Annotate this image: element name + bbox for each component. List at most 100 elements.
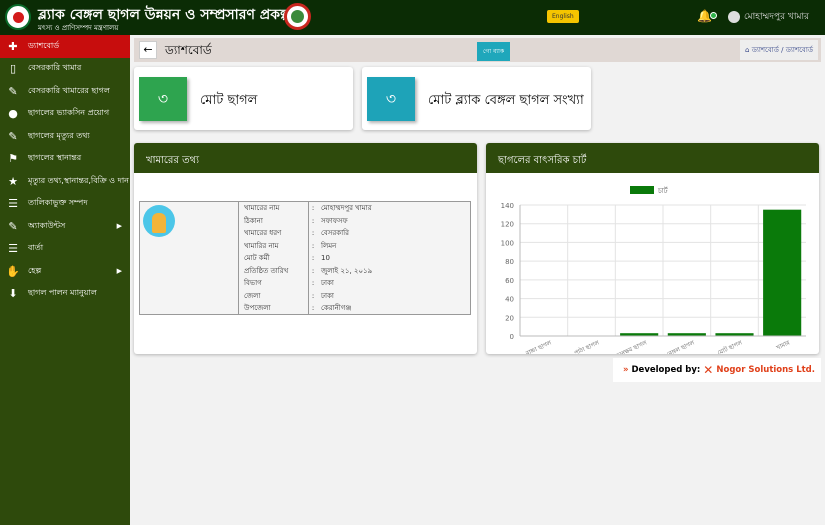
sidebar-item-label: বেসরকারি খামারের ছাগল [28,85,110,95]
table-row: প্রতিষ্ঠিত তারিখ: জুলাই ২১, ২০১৯ [241,265,375,278]
sidebar-item-label: বেসরকারি খামার [28,63,82,73]
sidebar-item-label: ছাগলের মৃত্যুর তথ্য [28,130,90,140]
table-row: মোট কর্মী:10 [241,252,375,265]
separator: : [311,229,315,238]
field-label: মোট কর্মী [244,254,270,263]
sidebar-item[interactable]: ⚑ ছাগলের স্থানান্তর [0,148,130,171]
sidebar-item-label: ছাগলের স্থানান্তর [28,153,82,163]
stat-value: ৩ [139,77,187,121]
user-menu[interactable]: মোহাম্মদপুর খামার [728,9,809,24]
x-tick-label: ব্ল্যাক বেঙ্গল ছাগল [653,339,697,354]
project-logo [284,3,311,30]
back-arrow-icon[interactable]: ← [139,41,157,59]
table-row: খামারের ধরণ: বেসরকারি [241,227,375,240]
sliders-icon: ☰ [8,197,18,211]
sidebar-item[interactable]: ✚ ড্যাশবোর্ড [0,35,130,58]
star-icon: ★ [8,174,18,188]
breadcrumb-home[interactable]: ড্যাশবোর্ড [752,46,779,54]
home-icon: ⌂ [745,46,752,54]
bar [763,209,802,336]
field-label: ঠিকানা [244,216,263,225]
caret-right-icon: ▶ [116,267,122,276]
sidebar-item-label: তালিকাভুক্ত সম্পদ [28,198,88,208]
farm-info-panel: খামারের তথ্য খামারের নাম: মোহাম্মদপুর খাম… [134,143,477,354]
separator: : [311,266,315,275]
sidebar-item-label: বার্তা [28,243,44,253]
y-tick-label: 140 [501,202,514,210]
farm-info-table: খামারের নাম: মোহাম্মদপুর খামার ঠিকানা: সফাফ… [139,201,471,315]
sidebar-item[interactable]: ★ মৃত্যুর তথ্য,স্থানান্তর,বিক্রি ও দান [0,170,130,193]
handshake-icon: ✋ [6,264,20,278]
sidebar-item[interactable]: ☰ তালিকাভুক্ত সম্পদ [0,193,130,216]
sidebar-item[interactable]: ⬇ ছাগল পালন ম্যানুয়াল [0,283,130,306]
legend-swatch [630,186,654,194]
user-avatar-icon [728,10,740,23]
separator: : [311,204,315,213]
ministry-subtitle: মৎস্য ও প্রাণিসম্পদ মন্ত্রণালয় [38,24,119,32]
header: ব্ল্যাক বেঙ্গল ছাগল উন্নয়ন ও সম্প্রসারণ… [0,0,825,35]
field-label: খামারির নাম [244,241,279,250]
sidebar-item-label: মৃত্যুর তথ্য,স্থানান্তর,বিক্রি ও দান [28,175,129,185]
y-tick-label: 40 [505,296,514,304]
legend-label: চার্ট [657,186,668,195]
developed-by-label: Developed by: [631,365,701,375]
breadcrumb: ⌂ ড্যাশবোর্ড / ড্যাশবোর্ড [740,40,818,60]
sidebar-item[interactable]: ☰ বার্তা [0,238,130,261]
language-button[interactable]: English [547,10,579,23]
sidebar-item[interactable]: ● ছাগলের ভ্যাকসিন প্রয়োগ [0,103,130,126]
sidebar-item[interactable]: ✎ অ্যাকাউন্টস ▶ [0,215,130,238]
field-value: লিমন [321,241,337,250]
stat-card-total-goats: ৩ মোট ছাগল [134,67,353,130]
separator: : [311,216,315,225]
page-title: ড্যাশবোর্ড [165,43,212,57]
page-header: ← ড্যাশবোর্ড গো ব্যাক ⌂ ড্যাশবোর্ড / ড্য… [134,38,821,62]
clipboard-icon: ✚ [8,39,18,53]
sidebar-item-label: ছাগল পালন ম্যানুয়াল [28,288,97,298]
field-label: উপজেলা [244,304,271,313]
sliders-icon: ☰ [8,242,18,256]
field-label: বিভাগ [244,279,262,288]
company-name[interactable]: Nogor Solutions Ltd. [716,365,815,375]
field-value: সফাফসফ [321,216,348,225]
sidebar-item-label: ছাগলের ভ্যাকসিন প্রয়োগ [28,108,110,118]
download-icon: ⬇ [8,287,18,301]
field-label: খামারের ধরণ [244,229,282,238]
stat-label: মোট ব্ল্যাক বেঙ্গল ছাগল সংখ্যা [428,93,584,108]
notification-dot [710,12,717,19]
sidebar-item[interactable]: ✋ হেল্প ▶ [0,260,130,283]
sidebar-item[interactable]: ✎ ছাগলের মৃত্যুর তথ্য [0,125,130,148]
footer-credit: » Developed by: ✕ Nogor Solutions Ltd. [613,358,821,382]
separator: : [311,304,315,313]
edit-icon: ✎ [8,219,18,233]
separator: : [311,279,315,288]
stat-value: ৩ [367,77,415,121]
panel-title: ছাগলের বাৎসরিক চার্ট [486,143,819,173]
goat-chart-panel: ছাগলের বাৎসরিক চার্ট চার্ট 0 20 40 60 80 100 12… [486,143,819,365]
sidebar: ✚ ড্যাশবোর্ড ▯ বেসরকারি খামার ✎ বেসরকারি খামা… [0,35,130,525]
x-tick-label: মোট ছাগল [716,338,744,354]
stat-label: মোট ছাগল [200,93,258,108]
sidebar-item[interactable]: ▯ বেসরকারি খামার [0,58,130,81]
y-tick-label: 0 [510,333,514,341]
x-tick-label: প্রজননক্ষম ছাগল [608,339,648,354]
separator: : [311,254,315,263]
go-back-button[interactable]: গো ব্যাক [477,42,511,61]
separator: : [311,241,315,250]
edit-icon: ✎ [8,84,18,98]
y-tick-label: 100 [501,239,514,247]
table-row: খামারির নাম: লিমন [241,240,375,253]
field-value: মোহাম্মদপুর খামার [321,204,372,213]
stat-card-black-bengal: ৩ মোট ব্ল্যাক বেঙ্গল ছাগল সংখ্যা [362,67,591,130]
sidebar-item[interactable]: ✎ বেসরকারি খামারের ছাগল [0,80,130,103]
field-label: প্রতিষ্ঠিত তারিখ [244,266,289,275]
chevron-icon: » [623,365,629,375]
caret-right-icon: ▶ [116,222,122,231]
separator: : [311,291,315,300]
table-row: জেলা: ঢাকা [241,290,375,303]
field-value: 10 [321,254,330,263]
bar-chart: চার্ট 0 20 40 60 80 100 120 140 বাচ্চা ছাগল পাঠা ছ… [501,186,806,365]
company-logo: ✕ [703,363,714,377]
field-value: বেসরকারি [321,229,349,238]
farmer-avatar [143,205,175,237]
y-tick-label: 20 [505,314,514,322]
